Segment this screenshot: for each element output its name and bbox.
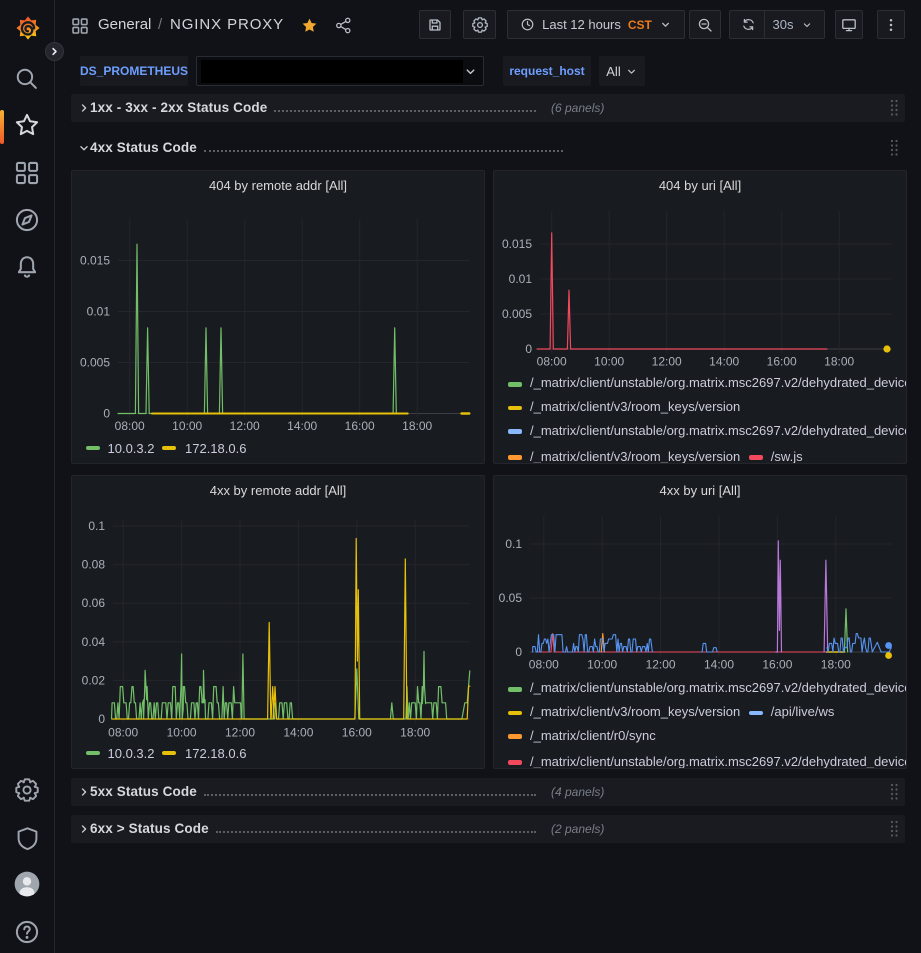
svg-text:0: 0 (103, 407, 110, 421)
svg-text:08:00: 08:00 (529, 658, 559, 672)
svg-text:0: 0 (515, 645, 522, 659)
svg-text:18:00: 18:00 (824, 355, 854, 369)
svg-text:0.08: 0.08 (82, 558, 106, 572)
svg-text:0.005: 0.005 (80, 356, 110, 370)
svg-text:10:00: 10:00 (172, 419, 202, 433)
svg-text:0.005: 0.005 (502, 307, 532, 321)
svg-text:16:00: 16:00 (342, 726, 372, 740)
svg-text:12:00: 12:00 (225, 726, 255, 740)
svg-text:0.01: 0.01 (87, 305, 111, 319)
svg-text:14:00: 14:00 (283, 726, 313, 740)
svg-text:10:00: 10:00 (587, 658, 617, 672)
svg-text:08:00: 08:00 (115, 419, 145, 433)
svg-text:0.015: 0.015 (502, 237, 532, 251)
svg-text:08:00: 08:00 (537, 355, 567, 369)
svg-text:0.015: 0.015 (80, 254, 110, 268)
svg-text:18:00: 18:00 (400, 726, 430, 740)
svg-text:18:00: 18:00 (821, 658, 851, 672)
svg-text:16:00: 16:00 (762, 658, 792, 672)
svg-text:0: 0 (525, 342, 532, 356)
svg-text:14:00: 14:00 (704, 658, 734, 672)
svg-text:18:00: 18:00 (402, 419, 432, 433)
svg-text:12:00: 12:00 (652, 355, 682, 369)
svg-text:0.02: 0.02 (82, 673, 106, 687)
svg-text:0.04: 0.04 (82, 635, 106, 649)
svg-text:0.06: 0.06 (82, 596, 106, 610)
svg-text:10:00: 10:00 (167, 726, 197, 740)
svg-text:0: 0 (98, 712, 105, 726)
svg-text:0.05: 0.05 (499, 591, 523, 605)
svg-text:12:00: 12:00 (230, 419, 260, 433)
svg-text:0.01: 0.01 (509, 272, 533, 286)
svg-text:16:00: 16:00 (767, 355, 797, 369)
svg-text:0.1: 0.1 (505, 537, 522, 551)
svg-text:10:00: 10:00 (594, 355, 624, 369)
svg-text:14:00: 14:00 (287, 419, 317, 433)
svg-text:12:00: 12:00 (646, 658, 676, 672)
svg-text:0.1: 0.1 (88, 519, 105, 533)
svg-text:14:00: 14:00 (709, 355, 739, 369)
svg-text:16:00: 16:00 (345, 419, 375, 433)
svg-text:08:00: 08:00 (108, 726, 138, 740)
